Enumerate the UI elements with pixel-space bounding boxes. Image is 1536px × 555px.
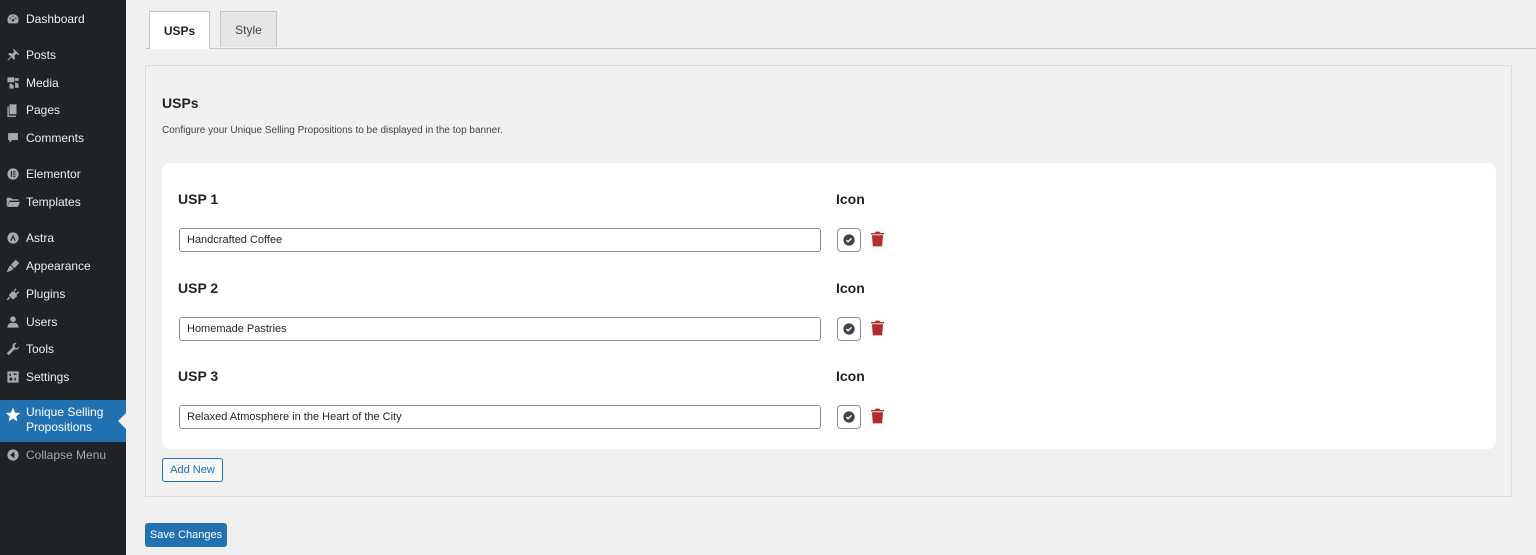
sidebar-item-label: Users [26,315,58,329]
sidebar-item-comments[interactable]: Comments [0,125,126,151]
sidebar-item-plugins[interactable]: Plugins [0,281,126,307]
collapse-icon [0,445,26,465]
sidebar-item-users[interactable]: Users [0,309,126,335]
check-circle-icon [843,234,855,246]
dashboard-icon [0,9,26,29]
check-circle-icon [843,323,855,335]
sidebar-item-label: Unique Selling Propositions [26,405,104,434]
icon-picker-button[interactable] [837,405,861,429]
sidebar-item-templates[interactable]: Templates [0,189,126,215]
sidebar-item-label: Templates [26,195,81,209]
media-icon [0,73,26,93]
sidebar-item-label: Comments [26,131,85,145]
delete-usp-button[interactable] [869,407,885,425]
sidebar-item-label: Pages [26,103,61,117]
usp-text-input[interactable] [179,228,821,252]
section-description: Configure your Unique Selling Propositio… [162,125,503,136]
sidebar-item-label: Elementor [26,167,81,181]
settings-icon [0,367,26,387]
sidebar-item-label: Collapse Menu [26,448,107,462]
tab-label: USPs [163,23,196,38]
usp-label: USP 2 [178,280,219,296]
pages-icon [0,100,26,120]
collapse-menu-button[interactable]: Collapse Menu [0,442,126,468]
sidebar-item-label: Settings [26,370,70,384]
delete-usp-button[interactable] [869,319,885,337]
trash-icon [870,408,884,424]
sidebar-item-label: Media [26,76,59,90]
sidebar-item-unique-selling-propositions[interactable]: Unique Selling Propositions [0,400,126,442]
admin-sidebar: Dashboard Posts Media Pages Comments Ele… [0,0,126,555]
usp-list-card: USP 1 Icon USP 2 Icon USP 3 Icon [162,163,1496,449]
sidebar-item-elementor[interactable]: Elementor [0,161,126,187]
wrench-icon [0,339,26,359]
sidebar-item-astra[interactable]: Astra [0,225,126,251]
sidebar-item-label: Dashboard [26,12,85,26]
trash-icon [870,320,884,336]
icon-label: Icon [836,368,865,384]
brush-icon [0,256,26,276]
tab-label: Style [235,22,262,37]
astra-icon [0,228,26,248]
tab-usps[interactable]: USPs [149,11,210,49]
delete-usp-button[interactable] [869,230,885,248]
folder-icon [0,192,26,212]
check-circle-icon [843,411,855,423]
usp-label: USP 3 [178,368,219,384]
sidebar-item-dashboard[interactable]: Dashboard [0,6,126,32]
tab-style[interactable]: Style [220,11,277,47]
sidebar-item-tools[interactable]: Tools [0,336,126,362]
star-icon [0,405,26,425]
section-title: USPs [162,95,199,111]
sidebar-item-label: Plugins [26,287,66,301]
sidebar-item-label: Appearance [26,259,91,273]
sidebar-item-posts[interactable]: Posts [0,42,126,68]
sidebar-item-label: Astra [26,231,55,245]
user-icon [0,312,26,332]
add-new-button[interactable]: Add New [162,458,223,482]
trash-icon [870,231,884,247]
comment-icon [0,128,26,148]
usp-text-input[interactable] [179,405,821,429]
icon-picker-button[interactable] [837,317,861,341]
save-changes-button[interactable]: Save Changes [145,523,227,547]
icon-label: Icon [836,191,865,207]
icon-label: Icon [836,280,865,296]
sidebar-item-settings[interactable]: Settings [0,364,126,390]
sidebar-item-pages[interactable]: Pages [0,97,126,123]
icon-picker-button[interactable] [837,228,861,252]
sidebar-item-appearance[interactable]: Appearance [0,253,126,279]
sidebar-item-label: Tools [26,342,55,356]
usp-label: USP 1 [178,191,219,207]
usp-text-input[interactable] [179,317,821,341]
sidebar-item-label: Posts [26,48,57,62]
sidebar-item-media[interactable]: Media [0,70,126,96]
elementor-icon [0,164,26,184]
settings-tabs: USPs Style [146,11,1536,49]
pin-icon [0,45,26,65]
plug-icon [0,284,26,304]
